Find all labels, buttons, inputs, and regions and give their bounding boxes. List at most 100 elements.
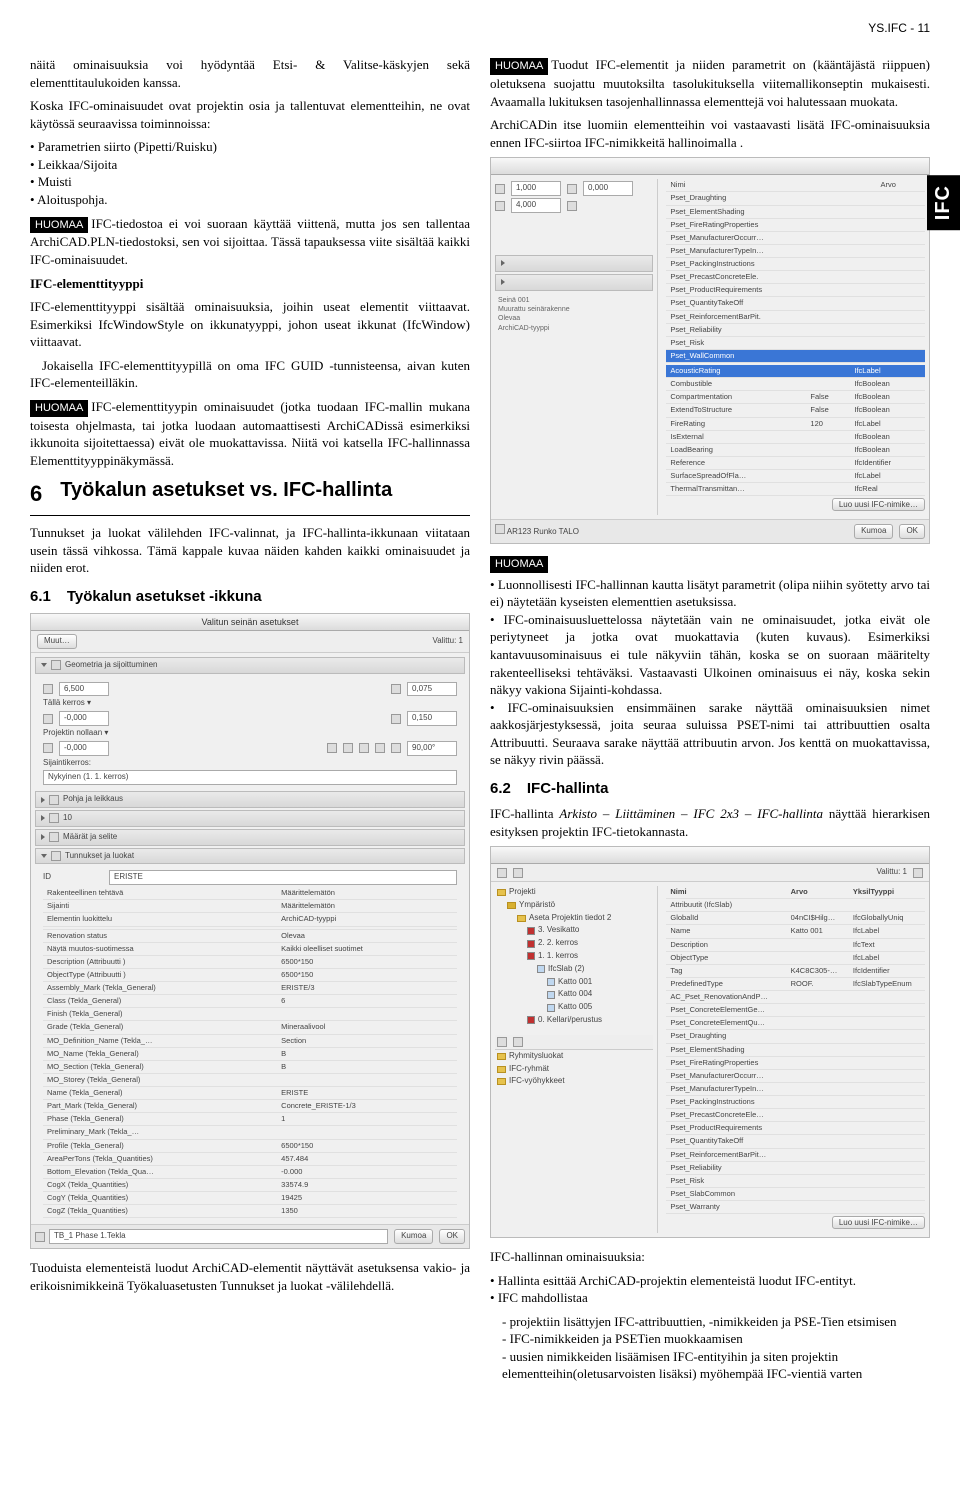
table-row[interactable]: Pset_ProductRequirements bbox=[666, 1122, 925, 1135]
table-row[interactable]: Pset_PrecastConcreteEle. bbox=[666, 271, 925, 284]
table-row[interactable]: Pset_Warranty bbox=[666, 1201, 925, 1214]
new-property-button[interactable]: Luo uusi IFC-nimike… bbox=[832, 1216, 925, 1229]
table-row[interactable]: Phase (Tekla_General)1 bbox=[43, 1113, 457, 1126]
tree-item[interactable]: 0. Kellari/perustus bbox=[495, 1014, 653, 1027]
table-row[interactable]: TagK4C8C305-…IfcIdentifier bbox=[666, 964, 925, 977]
project-tree[interactable]: ProjektiYmpäristöAseta Projektin tiedot … bbox=[495, 886, 653, 1027]
table-row[interactable]: NimiArvo bbox=[666, 179, 925, 192]
table-row[interactable]: CogY (Tekla_Quantities)19425 bbox=[43, 1192, 457, 1205]
table-row[interactable]: LoadBearingIfcBoolean bbox=[666, 443, 925, 456]
table-row[interactable]: CombustibleIfcBoolean bbox=[666, 378, 925, 391]
table-row[interactable]: Näytä muutos-suotimessaKaikki oleelliset… bbox=[43, 942, 457, 955]
input-angle[interactable]: 90,00° bbox=[407, 741, 457, 756]
tree-item[interactable]: Ympäristö bbox=[495, 899, 653, 912]
table-row[interactable]: ObjectTypeIfcLabel bbox=[666, 951, 925, 964]
tree-item[interactable]: Katto 001 bbox=[495, 976, 653, 989]
table-row[interactable]: Part_Mark (Tekla_General)Concrete_ERISTE… bbox=[43, 1100, 457, 1113]
table-row[interactable]: MO_Definition_Name (Tekla_…Section bbox=[43, 1034, 457, 1047]
table-row[interactable]: Grade (Tekla_General)Mineraalivool bbox=[43, 1021, 457, 1034]
table-row[interactable]: Pset_ReinforcementBarPit. bbox=[666, 310, 925, 323]
input-offset[interactable]: -0,000 bbox=[59, 711, 109, 726]
filter-icon[interactable] bbox=[513, 1037, 523, 1047]
table-row[interactable]: Description (Attribuutti )6500*150 bbox=[43, 955, 457, 968]
tree-item[interactable]: Aseta Projektin tiedot 2 bbox=[495, 912, 653, 925]
table-row[interactable]: PredefinedTypeROOF.IfcSlabTypeEnum bbox=[666, 977, 925, 990]
table-row[interactable]: Profile (Tekla_General)6500*150 bbox=[43, 1139, 457, 1152]
table-row[interactable]: Bottom_Elevation (Tekla_Qua…-0.000 bbox=[43, 1165, 457, 1178]
input-height[interactable]: 6,500 bbox=[59, 682, 109, 697]
table-row[interactable]: Pset_ReinforcementBarPit… bbox=[666, 1148, 925, 1161]
tree-item[interactable]: Katto 005 bbox=[495, 1001, 653, 1014]
table-row[interactable]: Pset_ElementShading bbox=[666, 205, 925, 218]
table-row[interactable]: MO_Section (Tekla_General)B bbox=[43, 1060, 457, 1073]
input[interactable]: 0,000 bbox=[583, 181, 633, 196]
table-row[interactable]: MO_Name (Tekla_General)B bbox=[43, 1047, 457, 1060]
table-row[interactable]: ExtendToStructureFalseIfcBoolean bbox=[666, 404, 925, 417]
button-muut[interactable]: Muut… bbox=[37, 634, 77, 649]
cancel-button[interactable]: Kumoa bbox=[854, 524, 893, 539]
table-row[interactable]: Pset_ProductRequirements bbox=[666, 284, 925, 297]
tree-item[interactable]: 1. 1. kerros bbox=[495, 950, 653, 963]
tree-item[interactable]: IFC-vyöhykkeet bbox=[495, 1075, 653, 1088]
table-row[interactable]: SurfaceSpreadOfFla…IfcLabel bbox=[666, 470, 925, 483]
table-row[interactable]: Pset_ManufacturerTypeIn… bbox=[666, 244, 925, 257]
panel-geometry[interactable]: Geometria ja sijoittuminen bbox=[35, 657, 465, 674]
table-row[interactable]: AreaPerTons (Tekla_Quantities)457.484 bbox=[43, 1152, 457, 1165]
ok-button[interactable]: OK bbox=[899, 524, 925, 539]
panel-floorplan[interactable]: Pohja ja leikkaus bbox=[35, 791, 465, 808]
panel-quantities[interactable]: Määrät ja selite bbox=[35, 829, 465, 846]
table-row[interactable]: ObjectType (Attribuutti )6500*150 bbox=[43, 968, 457, 981]
table-row[interactable]: DescriptionIfcText bbox=[666, 938, 925, 951]
panel-row[interactable]: 10 bbox=[35, 810, 465, 827]
table-row[interactable]: Finish (Tekla_General) bbox=[43, 1008, 457, 1021]
input-width[interactable]: 0,075 bbox=[407, 682, 457, 697]
tree-item[interactable]: Ryhmitysluokat bbox=[495, 1050, 653, 1063]
tree-item[interactable]: Katto 004 bbox=[495, 988, 653, 1001]
select-story[interactable]: Nykyinen (1. 1. kerros) bbox=[43, 770, 457, 785]
tree-item[interactable]: IFC-ryhmät bbox=[495, 1063, 653, 1076]
filter-icon[interactable] bbox=[497, 1037, 507, 1047]
table-row[interactable]: Class (Tekla_General)6 bbox=[43, 995, 457, 1008]
input-thickness[interactable]: 0,150 bbox=[407, 711, 457, 726]
table-row[interactable]: GlobalId04nCI$Hilg…IfcGloballyUniq bbox=[666, 912, 925, 925]
table-row[interactable]: NameKatto 001IfcLabel bbox=[666, 925, 925, 938]
table-row[interactable]: Pset_FireRatingProperties bbox=[666, 218, 925, 231]
table-row[interactable]: Name (Tekla_General)ERISTE bbox=[43, 1087, 457, 1100]
table-row[interactable]: Renovation statusOlevaa bbox=[43, 929, 457, 942]
table-row[interactable]: Pset_PackingInstructions bbox=[666, 1096, 925, 1109]
panel[interactable] bbox=[495, 274, 653, 291]
table-row[interactable]: Pset_ManufacturerOccurr… bbox=[666, 231, 925, 244]
table-row[interactable]: Pset_ElementShading bbox=[666, 1043, 925, 1056]
layer-select[interactable]: TB_1 Phase 1.Tekla bbox=[49, 1229, 388, 1244]
cancel-button[interactable]: Kumoa bbox=[394, 1229, 433, 1244]
table-row[interactable]: Pset_FireRatingProperties bbox=[666, 1056, 925, 1069]
table-row[interactable]: Pset_ConcreteElementQu… bbox=[666, 1017, 925, 1030]
table-row[interactable]: IsExternalIfcBoolean bbox=[666, 430, 925, 443]
table-row[interactable]: Pset_PrecastConcreteEle… bbox=[666, 1109, 925, 1122]
table-row[interactable]: Pset_Reliability bbox=[666, 323, 925, 336]
input-elev[interactable]: -0,000 bbox=[59, 741, 109, 756]
toolbar-icon[interactable] bbox=[513, 868, 523, 878]
table-row[interactable]: Pset_Draughting bbox=[666, 192, 925, 205]
table-row[interactable]: Pset_QuantityTakeOff bbox=[666, 1135, 925, 1148]
input[interactable]: 1,000 bbox=[511, 181, 561, 196]
table-row[interactable]: AcousticRatingIfcLabel bbox=[666, 365, 925, 378]
table-row[interactable]: AC_Pset_RenovationAndP… bbox=[666, 991, 925, 1004]
table-row[interactable]: ThermalTransmittan…IfcReal bbox=[666, 483, 925, 496]
table-row[interactable]: MO_Storey (Tekla_General) bbox=[43, 1073, 457, 1086]
table-row[interactable]: Pset_ManufacturerOccurr… bbox=[666, 1069, 925, 1082]
panel-ids[interactable]: Tunnukset ja luokat bbox=[35, 848, 465, 865]
table-row[interactable]: Pset_WallCommon bbox=[666, 349, 925, 362]
table-row[interactable]: Pset_Reliability bbox=[666, 1161, 925, 1174]
table-row[interactable]: Preliminary_Mark (Tekla_… bbox=[43, 1126, 457, 1139]
toolbar-icon[interactable] bbox=[913, 868, 923, 878]
table-row[interactable]: CogX (Tekla_Quantities)33574.9 bbox=[43, 1178, 457, 1191]
table-row[interactable]: Pset_Draughting bbox=[666, 1030, 925, 1043]
table-row[interactable]: Pset_PackingInstructions bbox=[666, 258, 925, 271]
table-row[interactable]: Pset_QuantityTakeOff bbox=[666, 297, 925, 310]
ok-button[interactable]: OK bbox=[439, 1229, 465, 1244]
table-row[interactable]: Pset_Risk bbox=[666, 1174, 925, 1187]
table-row[interactable]: CogZ (Tekla_Quantities)1350 bbox=[43, 1205, 457, 1218]
table-row[interactable]: Pset_ConcreteElementGe… bbox=[666, 1004, 925, 1017]
table-row[interactable]: Rakenteellinen tehtäväMäärittelemätön bbox=[43, 887, 457, 900]
